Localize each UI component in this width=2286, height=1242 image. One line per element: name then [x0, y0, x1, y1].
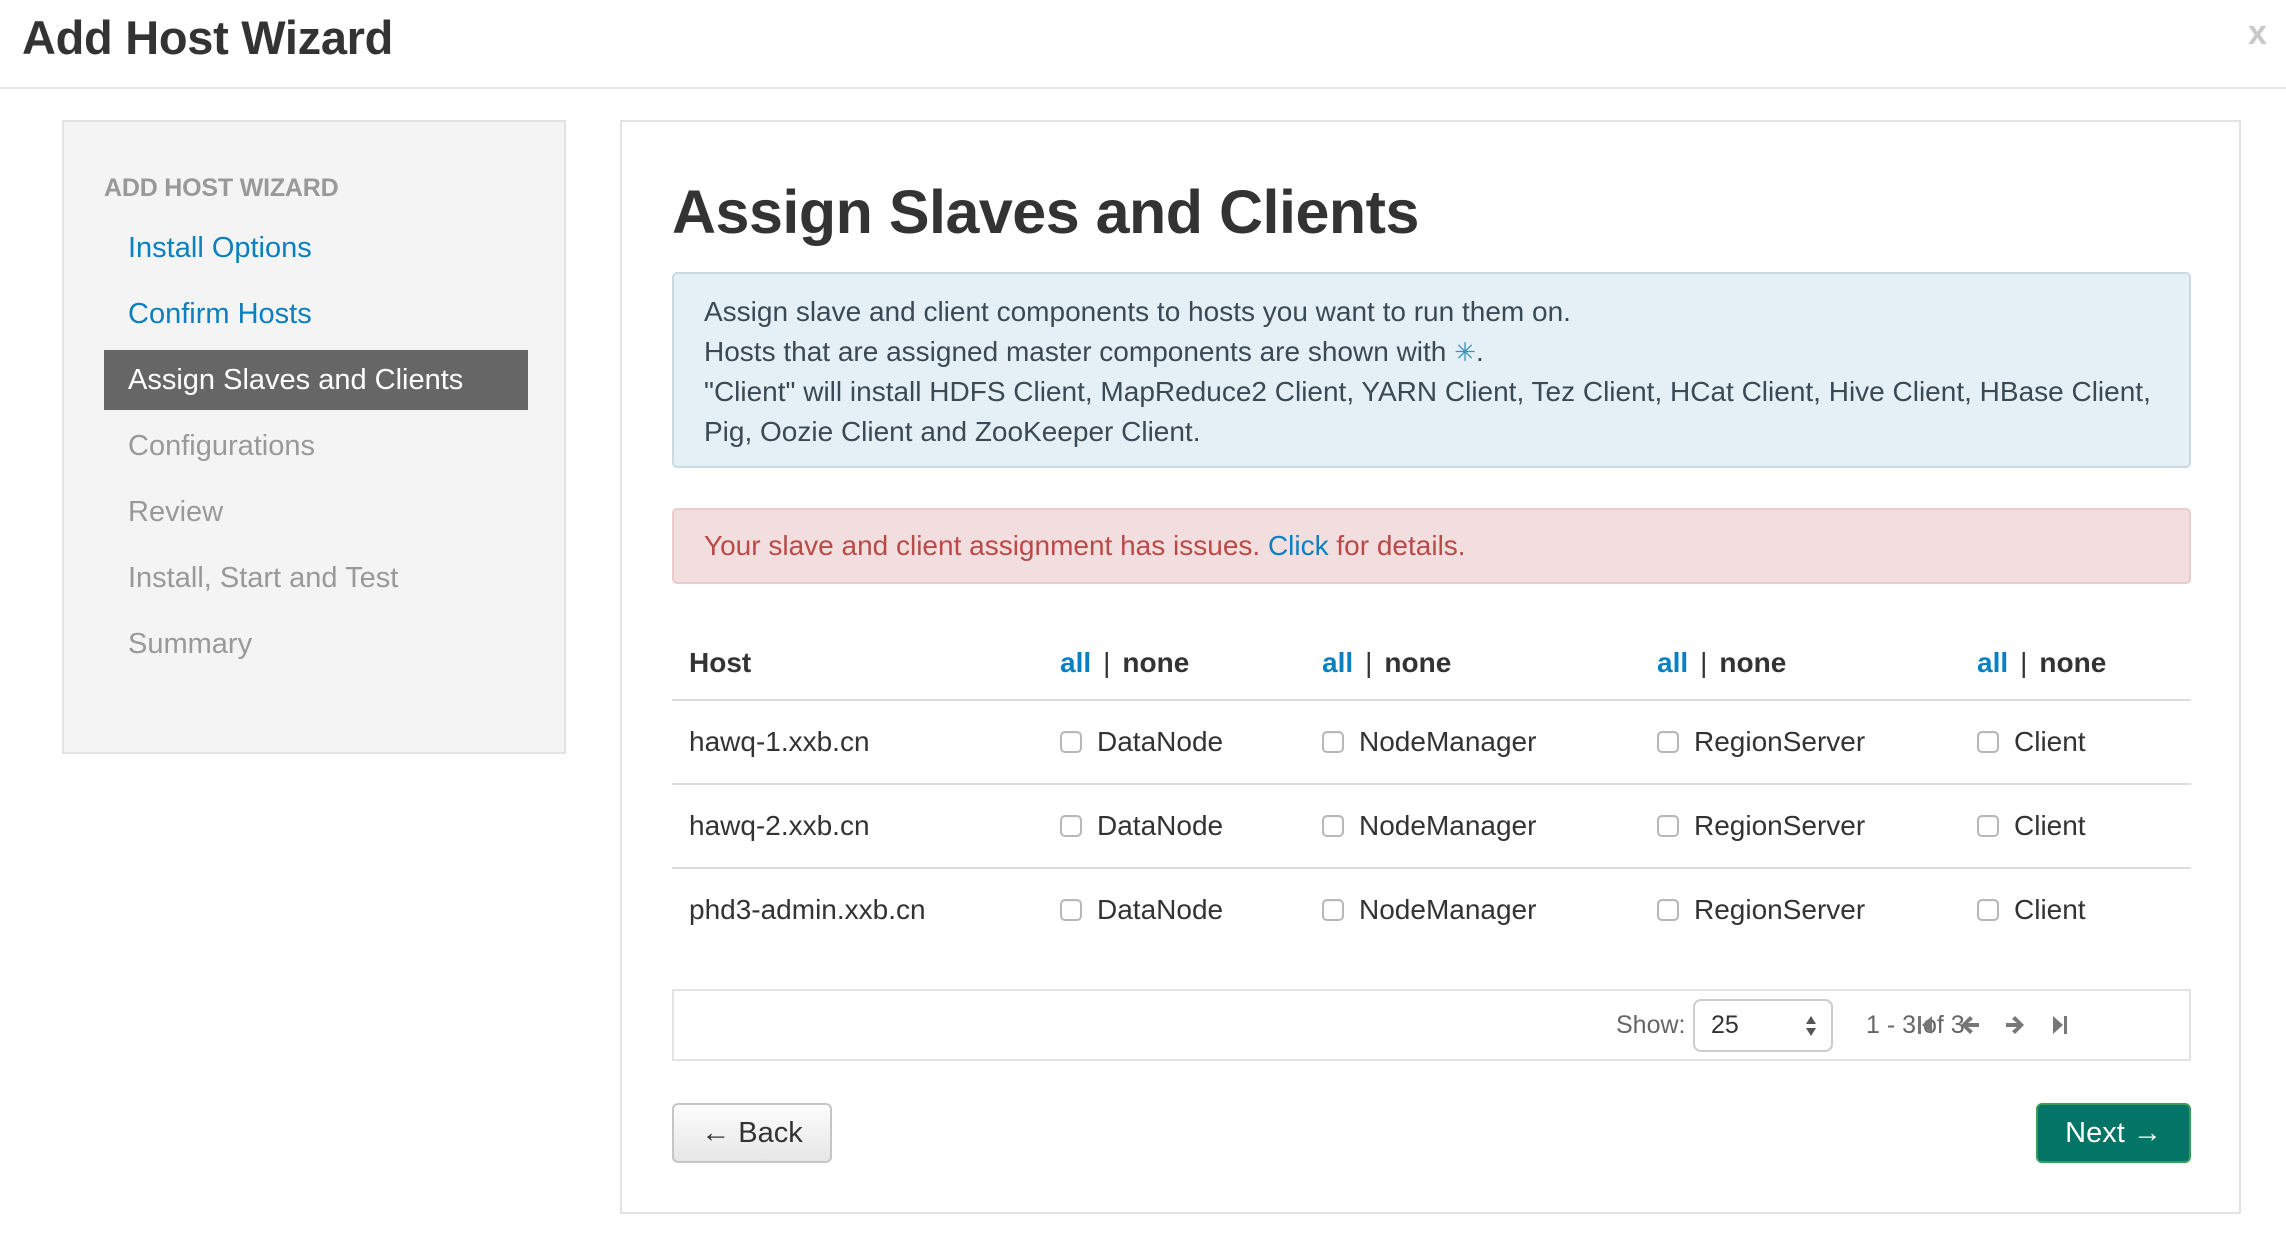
regionserver-select-all[interactable]: all [1657, 647, 1688, 679]
select-spinner-icon [1806, 1016, 1816, 1036]
checkbox[interactable] [1060, 815, 1082, 837]
modal-title: Add Host Wizard [22, 11, 394, 64]
checkbox-label: RegionServer [1694, 726, 1866, 757]
client-checkbox[interactable]: Client [1977, 869, 2086, 951]
separator: | [1700, 647, 1708, 678]
sidebar-item-install-start-test: Install, Start and Test [128, 562, 399, 594]
modal-header: Add Host Wizard x [0, 0, 2286, 89]
host-column-header: Host [689, 647, 752, 678]
table-row: hawq-2.xxb.cn DataNode NodeManager Regio… [672, 783, 2191, 867]
error-details-link[interactable]: Click [1268, 530, 1329, 561]
client-checkbox[interactable]: Client [1977, 785, 2086, 867]
checkbox[interactable] [1322, 815, 1344, 837]
table-header-row: Host all | none all | none all | none all | none [672, 627, 2191, 699]
host-assignment-table: Host all | none all | none all | none all | none… [672, 627, 2191, 951]
regionserver-select-none[interactable]: none [1719, 647, 1786, 679]
table-row: hawq-1.xxb.cn DataNode NodeManager Regio… [672, 699, 2191, 783]
separator: | [1365, 647, 1373, 678]
datanode-checkbox[interactable]: DataNode [1060, 701, 1223, 783]
nodemanager-checkbox[interactable]: NodeManager [1322, 701, 1536, 783]
close-icon[interactable]: x [2248, 14, 2267, 53]
checkbox-label: Client [2014, 894, 2086, 925]
client-checkbox[interactable]: Client [1977, 701, 2086, 783]
checkbox[interactable] [1322, 731, 1344, 753]
page-size-select[interactable]: 25 [1693, 999, 1833, 1052]
first-page-icon[interactable] [1913, 1013, 1937, 1037]
checkbox-label: RegionServer [1694, 894, 1866, 925]
info-line-2-text: Hosts that are assigned master component… [704, 336, 1455, 367]
client-select-none[interactable]: none [2039, 647, 2106, 679]
client-column-header: all | none [1977, 627, 2106, 699]
checkbox-label: NodeManager [1359, 810, 1537, 841]
error-suffix: for details. [1328, 530, 1466, 561]
checkbox-label: DataNode [1097, 810, 1224, 841]
page-size-value: 25 [1711, 1011, 1739, 1039]
page-size-label: Show: [1616, 1011, 1686, 1039]
sidebar-item-summary: Summary [128, 628, 253, 660]
sidebar-header: ADD HOST WIZARD [104, 174, 339, 202]
checkbox[interactable] [1977, 731, 1999, 753]
datanode-checkbox[interactable]: DataNode [1060, 869, 1223, 951]
host-name: hawq-1.xxb.cn [689, 726, 870, 757]
back-button[interactable]: ← Back [672, 1103, 832, 1163]
checkbox[interactable] [1322, 899, 1344, 921]
checkbox[interactable] [1060, 731, 1082, 753]
master-component-icon: ✳ [1454, 337, 1476, 367]
separator: | [2020, 647, 2028, 678]
sidebar-item-confirm-hosts[interactable]: Confirm Hosts [104, 284, 528, 344]
datanode-select-none[interactable]: none [1122, 647, 1189, 679]
checkbox-label: Client [2014, 726, 2086, 757]
checkbox[interactable] [1657, 815, 1679, 837]
table-row: phd3-admin.xxb.cn DataNode NodeManager R… [672, 867, 2191, 951]
sidebar-item-assign-slaves-and-clients[interactable]: Assign Slaves and Clients [104, 350, 528, 410]
nodemanager-checkbox[interactable]: NodeManager [1322, 785, 1536, 867]
checkbox-label: DataNode [1097, 726, 1224, 757]
pagination-bar: Show: 25 1 - 3 of 3 [672, 989, 2191, 1061]
nodemanager-column-header: all | none [1322, 627, 1451, 699]
checkbox-label: RegionServer [1694, 810, 1866, 841]
checkbox-label: DataNode [1097, 894, 1224, 925]
host-name: phd3-admin.xxb.cn [689, 894, 926, 925]
sidebar-item-install-options[interactable]: Install Options [104, 218, 528, 278]
nodemanager-select-none[interactable]: none [1384, 647, 1451, 679]
nodemanager-checkbox[interactable]: NodeManager [1322, 869, 1536, 951]
error-text: Your slave and client assignment has iss… [704, 530, 1268, 561]
checkbox[interactable] [1060, 899, 1082, 921]
nodemanager-select-all[interactable]: all [1322, 647, 1353, 679]
regionserver-checkbox[interactable]: RegionServer [1657, 701, 1865, 783]
checkbox[interactable] [1977, 899, 1999, 921]
sidebar-item-review: Review [128, 496, 224, 528]
info-line-3: "Client" will install HDFS Client, MapRe… [704, 376, 2151, 447]
previous-page-icon[interactable] [1958, 1013, 1982, 1037]
info-line-1: Assign slave and client components to ho… [704, 296, 1571, 327]
error-alert: Your slave and client assignment has iss… [672, 508, 2191, 584]
wizard-sidebar: ADD HOST WIZARD Install Options Confirm … [62, 120, 566, 754]
sidebar-item-configurations: Configurations [128, 430, 315, 462]
main-panel: Assign Slaves and Clients Assign slave a… [620, 120, 2241, 1214]
checkbox-label: Client [2014, 810, 2086, 841]
separator: | [1103, 647, 1111, 678]
client-select-all[interactable]: all [1977, 647, 2008, 679]
regionserver-column-header: all | none [1657, 627, 1786, 699]
info-alert: Assign slave and client components to ho… [672, 272, 2191, 468]
info-line-2-suffix: . [1475, 336, 1484, 367]
host-name: hawq-2.xxb.cn [689, 810, 870, 841]
checkbox[interactable] [1657, 899, 1679, 921]
last-page-icon[interactable] [2048, 1013, 2072, 1037]
info-line-2: Hosts that are assigned master component… [704, 332, 2159, 372]
next-button[interactable]: Next → [2036, 1103, 2191, 1163]
checkbox[interactable] [1977, 815, 1999, 837]
datanode-checkbox[interactable]: DataNode [1060, 785, 1223, 867]
page-title: Assign Slaves and Clients [672, 178, 1419, 246]
regionserver-checkbox[interactable]: RegionServer [1657, 785, 1865, 867]
datanode-select-all[interactable]: all [1060, 647, 1091, 679]
checkbox-label: NodeManager [1359, 726, 1537, 757]
regionserver-checkbox[interactable]: RegionServer [1657, 869, 1865, 951]
next-page-icon[interactable] [2003, 1013, 2027, 1037]
datanode-column-header: all | none [1060, 627, 1189, 699]
checkbox-label: NodeManager [1359, 894, 1537, 925]
checkbox[interactable] [1657, 731, 1679, 753]
